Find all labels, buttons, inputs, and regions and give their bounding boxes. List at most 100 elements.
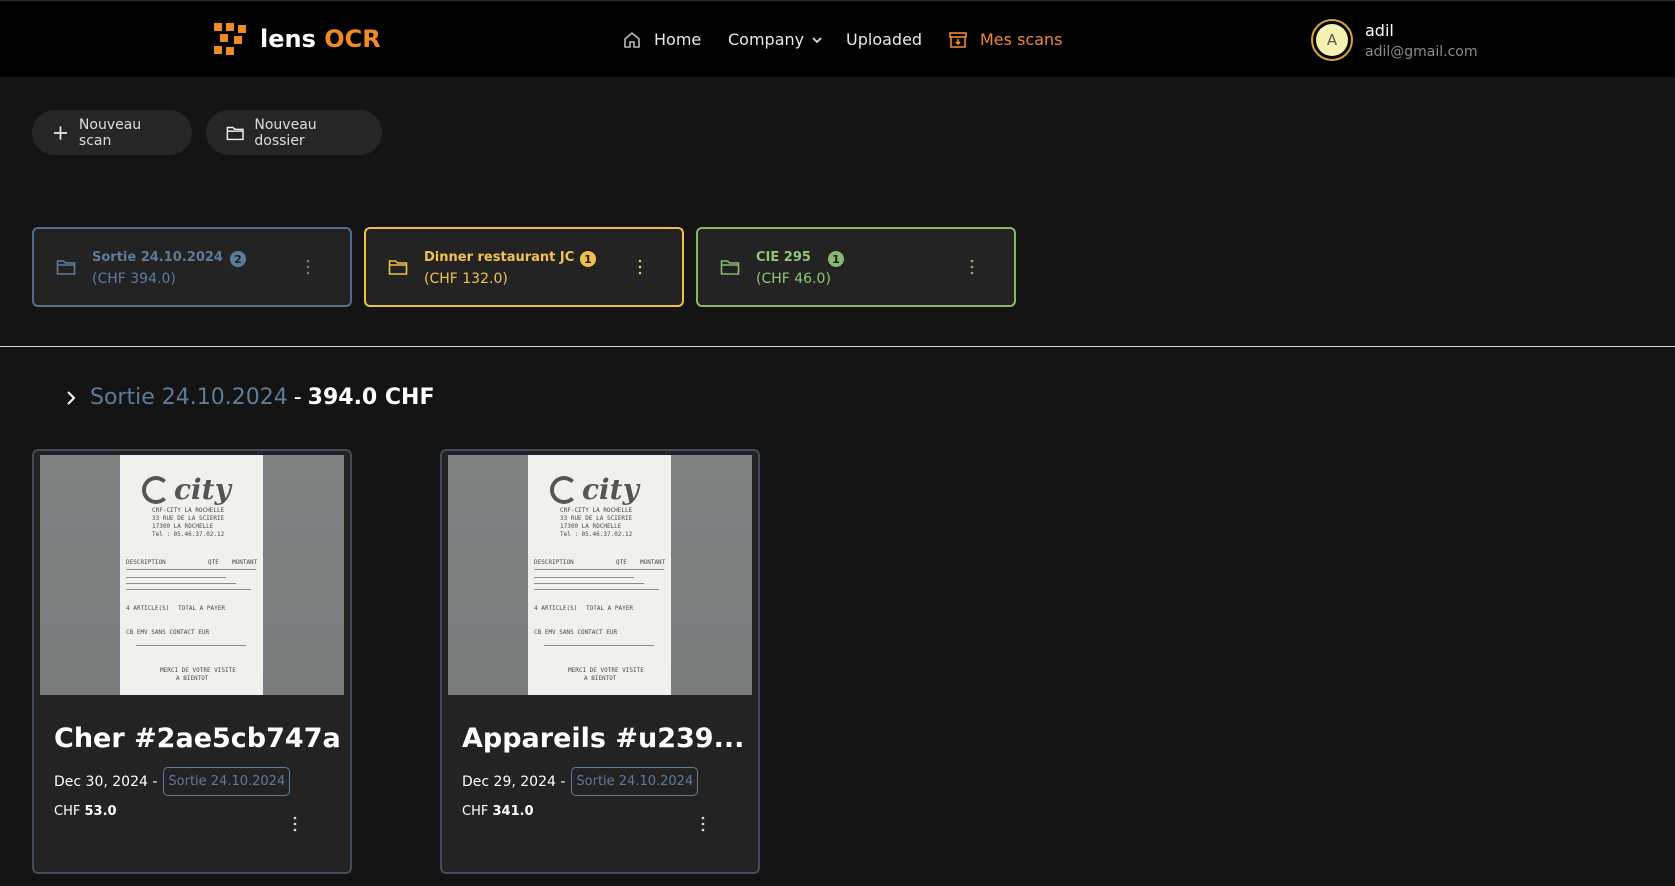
- receipt-rule: [126, 589, 251, 590]
- receipt-line: CRF-CITY LA ROCHELLE: [152, 507, 225, 514]
- folder-card[interactable]: CIE 295 1 (CHF 46.0): [696, 227, 1016, 307]
- receipt-thumbnail[interactable]: city CRF-CITY LA ROCHELLE 33 RUE DE LA S…: [448, 455, 752, 695]
- receipt-rule: [534, 583, 644, 584]
- chevron-down-icon: [812, 36, 822, 43]
- scan-currency: CHF: [54, 804, 81, 819]
- top-navbar: lens OCR Home Company Uploaded Mes scans…: [0, 0, 1675, 77]
- scan-title[interactable]: Cher #2ae5cb747a: [54, 723, 342, 754]
- user-menu[interactable]: A adil adil@gmail.com: [1311, 19, 1477, 61]
- receipt-line: A BIENTOT: [176, 675, 209, 682]
- receipt-brand: city: [582, 473, 639, 506]
- nav-uploaded[interactable]: Uploaded: [846, 1, 922, 78]
- nav-uploaded-label: Uploaded: [846, 30, 923, 49]
- avatar[interactable]: A: [1311, 19, 1353, 61]
- section-separator: -: [293, 385, 302, 410]
- more-vertical-icon[interactable]: [305, 256, 311, 278]
- scan-title[interactable]: Appareils #u239...: [462, 723, 750, 754]
- scan-folder-tag[interactable]: Sortie 24.10.2024: [571, 767, 699, 796]
- scan-amount: 53.0: [84, 804, 117, 819]
- app-name: lens OCR: [260, 25, 381, 53]
- section-folder-name: Sortie 24.10.2024: [90, 385, 288, 410]
- scan-folder-tag[interactable]: Sortie 24.10.2024: [163, 767, 291, 796]
- folder-section-header[interactable]: Sortie 24.10.2024 - 394.0 CHF: [64, 385, 435, 410]
- receipt-line: MERCI DE VOTRE VISITE: [568, 667, 644, 674]
- receipt-brand: city: [174, 473, 231, 506]
- folder-name: Dinner restaurant JC: [424, 250, 575, 265]
- receipt-line: A BIENTOT: [584, 675, 617, 682]
- folder-count-badge: 1: [580, 251, 596, 267]
- plus-icon: [53, 125, 68, 140]
- more-vertical-icon[interactable]: [637, 256, 643, 278]
- brand-mark-icon: [142, 476, 170, 504]
- scan-meta: Dec 29, 2024 - Sortie 24.10.2024: [462, 767, 699, 796]
- chevron-right-icon[interactable]: [64, 389, 78, 407]
- receipt-line: Tel : 05.46.37.02.12: [560, 531, 633, 538]
- folder-card[interactable]: Sortie 24.10.2024 2 (CHF 394.0): [32, 227, 352, 307]
- folder-icon: [720, 260, 740, 275]
- receipt-rule: [126, 577, 226, 578]
- folder-total: (CHF 394.0): [92, 271, 176, 287]
- receipt-line: MONTANT: [640, 559, 666, 566]
- receipt-line: 33 RUE DE LA SCIERIE: [152, 515, 225, 522]
- receipt-rule: [544, 645, 654, 646]
- scan-currency: CHF: [462, 804, 489, 819]
- new-folder-button[interactable]: Nouveau dossier: [206, 110, 382, 155]
- receipt-line: QTE: [208, 559, 219, 566]
- more-vertical-icon[interactable]: [292, 813, 298, 835]
- scan-card[interactable]: city CRF-CITY LA ROCHELLE 33 RUE DE LA S…: [32, 449, 352, 874]
- receipt-line: Tel : 05.46.37.02.12: [152, 531, 225, 538]
- nav-company[interactable]: Company: [728, 1, 824, 78]
- folder-count-badge: 2: [230, 251, 246, 267]
- receipt-line: TOTAL A PAYER: [178, 605, 225, 612]
- receipt-line: 4 ARTICLE(S): [126, 605, 170, 612]
- more-vertical-icon[interactable]: [700, 813, 706, 835]
- receipt-line: 33 RUE DE LA SCIERIE: [560, 515, 633, 522]
- receipt-line: CB EMV SANS CONTACT EUR: [534, 629, 618, 636]
- nav-home-label: Home: [654, 30, 702, 49]
- receipt-line: 4 ARTICLE(S): [534, 605, 578, 612]
- folder-card[interactable]: Dinner restaurant JC 1 (CHF 132.0): [364, 227, 684, 307]
- receipt-rule: [126, 583, 236, 584]
- section-total: 394.0 CHF: [307, 385, 435, 410]
- scan-meta: Dec 30, 2024 - Sortie 24.10.2024: [54, 767, 291, 796]
- folder-icon: [388, 260, 408, 275]
- folder-total: (CHF 132.0): [424, 271, 508, 287]
- folder-total: (CHF 46.0): [756, 271, 831, 287]
- receipt-line: DESCRIPTION: [534, 559, 574, 566]
- nav-mes-scans[interactable]: Mes scans: [948, 1, 1062, 78]
- user-name: adil: [1365, 20, 1394, 40]
- receipt-thumbnail[interactable]: city CRF-CITY LA ROCHELLE 33 RUE DE LA S…: [40, 455, 344, 695]
- folder-icon: [226, 126, 244, 140]
- receipt-line: CRF-CITY LA ROCHELLE: [560, 507, 633, 514]
- brand-mark-icon: [550, 476, 578, 504]
- user-info: adil adil@gmail.com: [1365, 21, 1477, 60]
- nav-company-label: Company: [728, 30, 805, 49]
- receipt-rule: [126, 569, 256, 570]
- new-scan-label: Nouveau scan: [78, 116, 142, 149]
- section-divider: [0, 346, 1675, 347]
- new-folder-label: Nouveau dossier: [254, 116, 317, 149]
- app-logo[interactable]: lens OCR: [214, 23, 381, 55]
- receipt-line: TOTAL A PAYER: [586, 605, 633, 612]
- receipt-line: MONTANT: [232, 559, 258, 566]
- receipt-line: 17300 LA ROCHELLE: [560, 523, 622, 530]
- scan-date: Dec 30, 2024 -: [54, 773, 158, 790]
- receipt-line: CB EMV SANS CONTACT EUR: [126, 629, 210, 636]
- folder-name: CIE 295: [756, 250, 811, 265]
- folder-count-badge: 1: [828, 251, 844, 267]
- scan-card[interactable]: city CRF-CITY LA ROCHELLE 33 RUE DE LA S…: [440, 449, 760, 874]
- receipt-image: city CRF-CITY LA ROCHELLE 33 RUE DE LA S…: [120, 455, 263, 695]
- receipt-line: MERCI DE VOTRE VISITE: [160, 667, 236, 674]
- new-scan-button[interactable]: Nouveau scan: [32, 110, 192, 155]
- nav-mes-scans-label: Mes scans: [980, 30, 1063, 49]
- more-vertical-icon[interactable]: [969, 256, 975, 278]
- receipt-line: QTE: [616, 559, 627, 566]
- receipt-image: city CRF-CITY LA ROCHELLE 33 RUE DE LA S…: [528, 455, 671, 695]
- nav-home[interactable]: Home: [622, 1, 701, 78]
- receipt-rule: [136, 645, 246, 646]
- scan-date: Dec 29, 2024 -: [462, 773, 566, 790]
- receipt-rule: [534, 577, 634, 578]
- folder-icon: [56, 260, 76, 275]
- scan-price: CHF 341.0: [462, 804, 534, 819]
- archive-icon: [949, 31, 967, 48]
